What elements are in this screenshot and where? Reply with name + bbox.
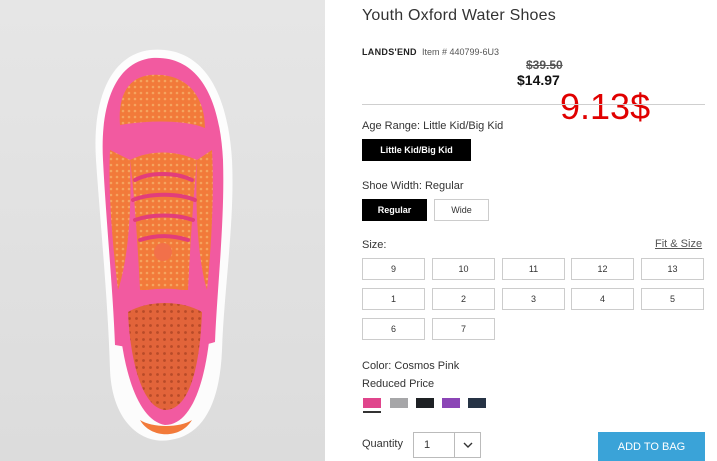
size-option-3[interactable]: 3	[502, 288, 565, 310]
price-annotation: 9.13$	[560, 86, 651, 127]
original-price: $39.50	[526, 58, 563, 72]
product-title: Youth Oxford Water Shoes	[362, 7, 556, 24]
reduced-price-label: Reduced Price	[362, 378, 435, 390]
color-label: Color: Cosmos Pink	[362, 360, 460, 372]
size-option-12[interactable]: 12	[571, 258, 634, 280]
add-to-bag-button[interactable]: ADD TO BAG	[598, 432, 705, 461]
quantity-select[interactable]: 1	[413, 432, 481, 458]
size-option-11[interactable]: 11	[502, 258, 565, 280]
size-option-9[interactable]: 9	[362, 258, 425, 280]
size-option-10[interactable]: 10	[432, 258, 495, 280]
shoe-illustration	[95, 49, 233, 441]
size-option-7[interactable]: 7	[432, 318, 495, 340]
age-range-label: Age Range: Little Kid/Big Kid	[362, 120, 504, 132]
size-option-6[interactable]: 6	[362, 318, 425, 340]
color-swatch-5[interactable]	[468, 398, 486, 408]
color-swatch-2[interactable]	[390, 398, 408, 408]
product-image[interactable]	[0, 0, 325, 461]
quantity-label: Quantity	[362, 438, 403, 450]
shoe-width-option-regular[interactable]: Regular	[362, 199, 427, 221]
color-swatch-4[interactable]	[442, 398, 460, 408]
size-option-4[interactable]: 4	[571, 288, 634, 310]
chevron-down-icon[interactable]	[454, 433, 480, 457]
shoe-width-option-wide[interactable]: Wide	[434, 199, 489, 221]
color-swatch-1[interactable]	[363, 398, 381, 408]
divider	[362, 104, 705, 105]
quantity-value: 1	[424, 439, 431, 451]
shoe-width-label: Shoe Width: Regular	[362, 180, 464, 192]
size-option-13[interactable]: 13	[641, 258, 704, 280]
age-range-option-little-kid-big-kid[interactable]: Little Kid/Big Kid	[362, 139, 471, 161]
color-swatch-3[interactable]	[416, 398, 434, 408]
size-label: Size:	[362, 239, 387, 251]
item-number: Item # 440799-6U3	[422, 47, 500, 57]
sale-price: $14.97	[517, 72, 560, 88]
selected-swatch-indicator	[363, 411, 381, 413]
brand-logo: LANDS'END	[362, 47, 417, 57]
size-option-2[interactable]: 2	[432, 288, 495, 310]
size-option-5[interactable]: 5	[641, 288, 704, 310]
size-option-1[interactable]: 1	[362, 288, 425, 310]
fit-and-size-link[interactable]: Fit & Size	[655, 238, 702, 250]
